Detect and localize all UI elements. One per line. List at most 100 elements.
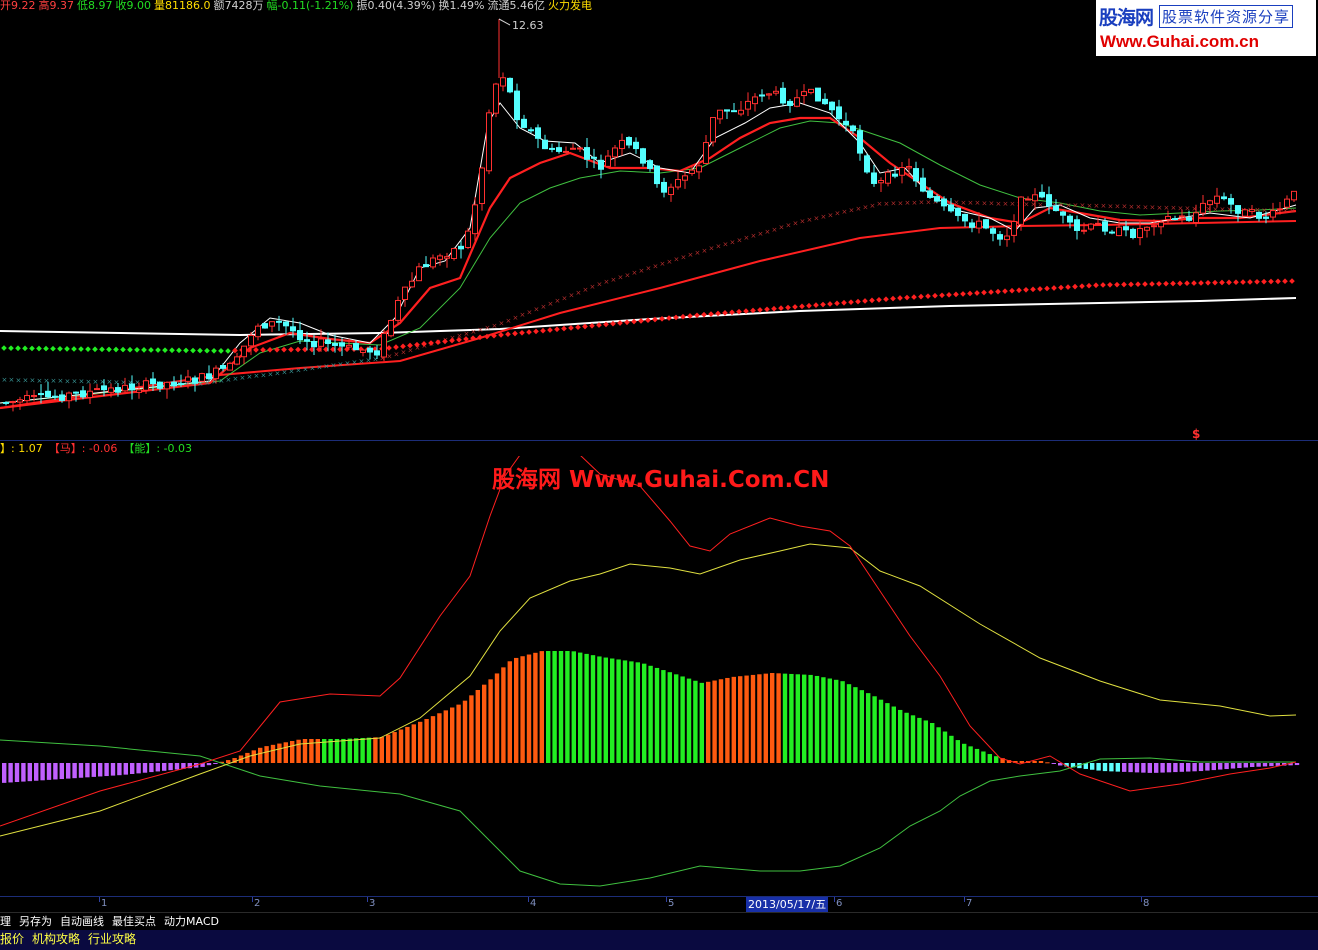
candle-body[interactable] [696,165,702,173]
candle-body[interactable] [276,320,282,323]
candle-body[interactable] [815,87,821,102]
candle-body[interactable] [1109,231,1115,234]
toolbar-item[interactable]: 动力MACD [164,915,219,928]
candle-body[interactable] [367,347,373,353]
candle-body[interactable] [1242,209,1248,217]
candle-body[interactable] [829,101,835,111]
candle-body[interactable] [1207,200,1213,206]
candle-body[interactable] [283,321,289,327]
candle-body[interactable] [381,332,387,358]
candle-body[interactable] [1032,194,1038,202]
candle-body[interactable] [1053,205,1059,212]
candle-body[interactable] [1249,209,1255,213]
candle-body[interactable] [234,356,240,365]
candle-body[interactable] [178,383,184,386]
candle-body[interactable] [1277,208,1283,211]
candle-body[interactable] [388,319,394,337]
candle-body[interactable] [437,255,443,260]
candle-body[interactable] [549,147,555,150]
candle-body[interactable] [794,97,800,107]
candle-body[interactable] [535,127,541,139]
candle-body[interactable] [857,130,863,154]
candle-body[interactable] [1158,221,1164,228]
candle-body[interactable] [633,141,639,150]
candle-body[interactable] [1284,198,1290,208]
candle-body[interactable] [640,148,646,164]
candle-body[interactable] [1046,194,1052,207]
candle-body[interactable] [94,388,100,391]
candle-body[interactable] [171,381,177,387]
candle-body[interactable] [164,381,170,390]
candle-body[interactable] [619,139,625,150]
candle-body[interactable] [647,160,653,169]
candle-body[interactable] [87,390,93,398]
candle-body[interactable] [108,387,114,393]
candle-body[interactable] [122,384,128,392]
candle-body[interactable] [3,401,9,404]
candle-body[interactable] [430,257,436,268]
candle-body[interactable] [192,377,198,384]
candle-body[interactable] [892,173,898,177]
candle-body[interactable] [66,392,72,402]
toolbar-item[interactable]: 另存为 [19,915,52,928]
candle-body[interactable] [1018,196,1024,225]
candle-body[interactable] [1130,228,1136,239]
candle-body[interactable] [661,181,667,193]
candle-body[interactable] [1060,211,1066,216]
toolbar-item[interactable]: 自动画线 [60,915,104,928]
candle-body[interactable] [416,266,422,282]
candle-body[interactable] [801,91,807,97]
bottom-tab[interactable]: 机构攻略 [32,932,80,946]
candle-body[interactable] [759,94,765,97]
candle-body[interactable] [1116,226,1122,237]
candle-body[interactable] [290,326,296,332]
candle-body[interactable] [374,350,380,356]
candle-body[interactable] [346,344,352,348]
candle-body[interactable] [773,90,779,94]
candle-body[interactable] [451,248,457,259]
candle-body[interactable] [871,172,877,184]
candle-body[interactable] [983,219,989,229]
candle-body[interactable] [311,340,317,348]
candle-body[interactable] [703,142,709,164]
candle-body[interactable] [248,334,254,347]
candle-body[interactable] [241,345,247,358]
candle-body[interactable] [990,228,996,234]
candle-body[interactable] [220,365,226,369]
candle-body[interactable] [1165,215,1171,220]
candle-body[interactable] [556,147,562,152]
candle-body[interactable] [1151,225,1157,228]
candle-body[interactable] [955,207,961,216]
candle-body[interactable] [500,77,506,87]
candle-body[interactable] [906,166,912,169]
candle-body[interactable] [766,93,772,96]
candle-body[interactable] [724,109,730,112]
candle-body[interactable] [1102,221,1108,232]
candle-body[interactable] [1137,227,1143,239]
candle-body[interactable] [605,155,611,167]
candle-body[interactable] [59,394,65,401]
candle-body[interactable] [1263,216,1269,219]
candle-body[interactable] [717,109,723,120]
candle-body[interactable] [598,159,604,170]
candle-body[interactable] [213,367,219,380]
candle-body[interactable] [227,362,233,371]
macd-indicator-chart[interactable] [0,456,1318,896]
bottom-tab[interactable]: 行业攻略 [88,932,136,946]
candle-body[interactable] [409,280,415,288]
candle-body[interactable] [542,139,548,150]
candle-body[interactable] [1011,220,1017,236]
candle-body[interactable] [1025,198,1031,201]
candle-body[interactable] [1004,235,1010,241]
candle-body[interactable] [787,100,793,106]
candle-body[interactable] [10,401,16,404]
candle-body[interactable] [269,321,275,327]
candle-body[interactable] [332,343,338,346]
candle-body[interactable] [584,147,590,160]
candle-body[interactable] [976,220,982,229]
candle-body[interactable] [528,129,534,132]
candle-body[interactable] [1235,205,1241,214]
candle-body[interactable] [80,390,86,398]
candle-body[interactable] [822,98,828,105]
candlestick-chart[interactable]: × × × × × × × × × × × × × × × × × × × × × × × × × × × × × × × × × × × × × × × ×… [0,13,1318,440]
